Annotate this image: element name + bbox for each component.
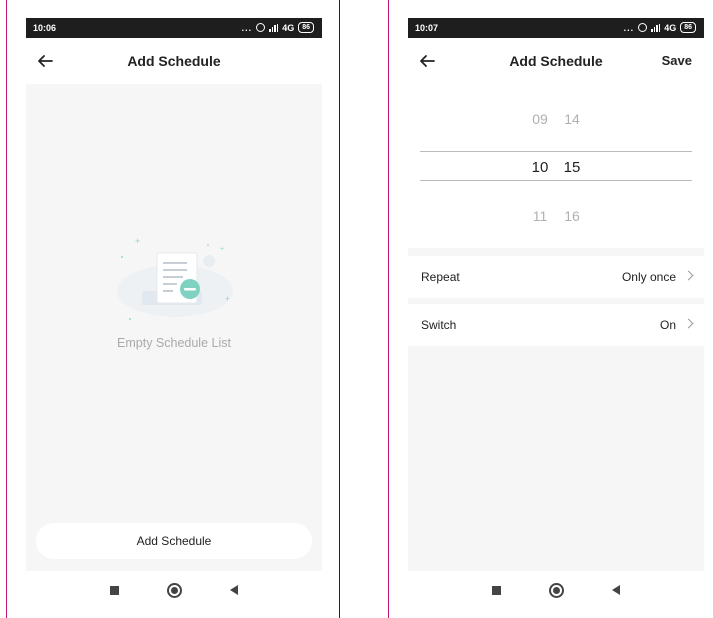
page-title: Add Schedule <box>509 53 603 69</box>
phone-frame-right: 10:07 ... 4G 86 Add Schedule Save 09 14 1… <box>388 0 713 618</box>
picker-divider <box>420 180 692 181</box>
repeat-label: Repeat <box>421 270 460 284</box>
picker-divider <box>420 151 692 152</box>
repeat-row[interactable]: Repeat Only once <box>408 256 704 298</box>
svg-text:+: + <box>225 294 230 303</box>
recents-icon[interactable] <box>110 586 119 595</box>
recents-icon[interactable] <box>492 586 501 595</box>
alarm-icon <box>256 23 266 32</box>
save-button[interactable]: Save <box>662 53 692 68</box>
chevron-right-icon <box>683 270 694 281</box>
picker-row-selected[interactable]: 10 15 <box>408 159 704 176</box>
switch-value: On <box>659 318 676 332</box>
phone-frame-left: 10:06 ... 4G 86 Add Schedule + + + Empty… <box>6 0 340 618</box>
repeat-value: Only once <box>621 270 676 284</box>
home-icon[interactable] <box>549 583 564 598</box>
status-icons: ... 4G 86 <box>624 22 696 33</box>
status-icons: ... 4G 86 <box>242 22 314 33</box>
network-label: 4G <box>282 22 295 33</box>
signal-icon <box>651 23 661 32</box>
time-picker[interactable]: 09 14 10 15 11 16 <box>408 84 704 248</box>
picker-row-previous[interactable]: 09 14 <box>408 111 704 127</box>
minute-value: 15 <box>563 159 581 176</box>
hour-value: 10 <box>531 159 549 176</box>
add-schedule-button[interactable]: Add Schedule <box>36 523 312 559</box>
battery-icon: 86 <box>680 22 696 33</box>
battery-icon: 86 <box>298 22 314 33</box>
app-header: Add Schedule Save <box>408 38 704 84</box>
status-dots: ... <box>241 22 253 33</box>
status-bar: 10:07 ... 4G 86 <box>408 18 704 38</box>
minute-value: 14 <box>564 111 580 127</box>
nav-back-icon[interactable] <box>612 585 620 595</box>
home-icon[interactable] <box>167 583 182 598</box>
alarm-icon <box>638 23 648 32</box>
system-nav-bar <box>26 571 322 610</box>
signal-icon <box>269 23 279 32</box>
svg-text:+: + <box>220 246 224 253</box>
minute-value: 16 <box>564 208 580 224</box>
screen-add-schedule: 10:07 ... 4G 86 Add Schedule Save 09 14 1… <box>408 18 704 610</box>
system-nav-bar <box>408 571 704 610</box>
screen-empty-schedule: 10:06 ... 4G 86 Add Schedule + + + Empty… <box>26 18 322 610</box>
app-header: Add Schedule <box>26 38 322 84</box>
empty-list-illustration: + + + <box>117 236 233 320</box>
empty-state-text: Empty Schedule List <box>117 336 231 350</box>
network-label: 4G <box>664 22 677 33</box>
status-dots: ... <box>623 22 635 33</box>
svg-text:+: + <box>135 236 140 246</box>
status-time: 10:06 <box>33 23 57 33</box>
status-bar: 10:06 ... 4G 86 <box>26 18 322 38</box>
page-title: Add Schedule <box>127 53 221 69</box>
switch-label: Switch <box>421 318 457 332</box>
picker-row-next[interactable]: 11 16 <box>408 208 704 224</box>
hour-value: 09 <box>532 111 548 127</box>
hour-value: 11 <box>532 208 548 224</box>
nav-back-icon[interactable] <box>230 585 238 595</box>
status-time: 10:07 <box>415 23 439 33</box>
chevron-right-icon <box>683 318 694 329</box>
switch-row[interactable]: Switch On <box>408 304 704 346</box>
